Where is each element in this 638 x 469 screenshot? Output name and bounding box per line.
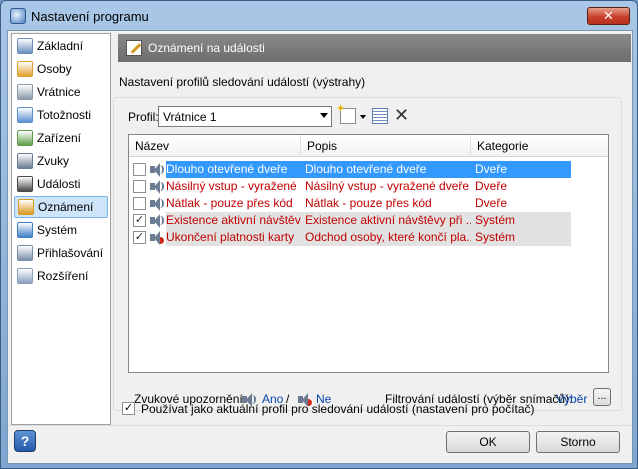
- profile-select-value: Vrátnice 1: [163, 109, 217, 124]
- speaker-icon[interactable]: [149, 196, 165, 211]
- row-category: Dveře: [471, 161, 571, 178]
- sidebar-item-10[interactable]: Přihlašování: [14, 242, 108, 264]
- row-description: Nátlak - pouze přes kód: [305, 196, 432, 210]
- row-description: Odchod osoby, které končí pla...: [301, 229, 471, 246]
- sidebar-item-label: Totožnosti: [37, 108, 92, 122]
- footer-divider: [8, 425, 632, 426]
- sidebar-item-1[interactable]: Základní: [14, 35, 108, 57]
- new-profile-dropdown-icon[interactable]: [360, 115, 366, 119]
- help-button[interactable]: ?: [14, 430, 36, 452]
- speaker-icon[interactable]: [149, 213, 165, 228]
- row-category: Systém: [471, 229, 571, 246]
- ok-button[interactable]: OK: [446, 431, 530, 453]
- notification-icon: [126, 40, 142, 56]
- events-table[interactable]: Název Popis Kategorie Dlouho otevřené dv…: [128, 134, 609, 373]
- row-category: Dveře: [475, 196, 508, 210]
- sidebar-item-7[interactable]: Události: [14, 173, 108, 195]
- sidebar-item-label: Osoby: [37, 62, 72, 76]
- sidebar-item-6[interactable]: Zvuky: [14, 150, 108, 172]
- sidebar-item-label: Přihlašování: [37, 246, 104, 260]
- close-button[interactable]: ✕: [587, 7, 630, 25]
- title-bar[interactable]: Nastavení programu ✕: [1, 1, 637, 31]
- table-row[interactable]: Dlouho otevřené dveře Dlouho otevřené dve…: [129, 161, 608, 178]
- sidebar-item-label: Základní: [37, 39, 84, 53]
- extensions-icon: [17, 268, 33, 284]
- row-category: Systém: [471, 212, 571, 229]
- profile-label: Profil:: [128, 110, 159, 124]
- speaker-muted-icon[interactable]: [149, 230, 165, 245]
- speaker-icon: [17, 153, 33, 169]
- new-profile-icon[interactable]: [336, 102, 356, 124]
- column-header-name[interactable]: Název: [129, 135, 301, 157]
- sidebar-item-3[interactable]: Vrátnice: [14, 81, 108, 103]
- row-checkbox[interactable]: [133, 163, 146, 176]
- section-title: Oznámení na události: [148, 41, 265, 55]
- column-header-category[interactable]: Kategorie: [471, 135, 608, 157]
- filter-browse-button[interactable]: ...: [593, 388, 611, 406]
- sidebar-item-label: Rozšíření: [37, 269, 89, 283]
- sidebar-item-9[interactable]: Systém: [14, 219, 108, 241]
- table-row[interactable]: ✓ Ukončení platnosti karty Odchod osoby, k…: [129, 229, 608, 246]
- use-current-profile-label: Používat jako aktuální profil pro sledov…: [141, 402, 535, 416]
- section-subtitle: Nastavení profilů sledování událostí (vý…: [119, 75, 366, 89]
- row-checkbox[interactable]: [133, 197, 146, 210]
- sidebar-item-label: Vrátnice: [37, 85, 81, 99]
- row-category: Dveře: [475, 179, 508, 193]
- login-icon: [17, 245, 33, 261]
- sidebar-item-2[interactable]: Osoby: [14, 58, 108, 80]
- row-name: Dlouho otevřené dveře: [166, 161, 301, 178]
- window-title: Nastavení programu: [31, 9, 149, 24]
- row-description: Násilný vstup - vyražené dveře: [305, 179, 470, 193]
- settings-icon: [17, 38, 33, 54]
- people-icon: [17, 61, 33, 77]
- profile-select[interactable]: Vrátnice 1: [158, 106, 332, 127]
- sidebar-item-label: Zařízení: [37, 131, 82, 145]
- speaker-icon[interactable]: [149, 179, 165, 194]
- row-description: Existence aktivní návštěvy při ...: [301, 212, 471, 229]
- sidebar-item-label: Systém: [37, 223, 78, 237]
- row-name: Existence aktivní návštěvy: [166, 212, 301, 229]
- row-description: Dlouho otevřené dveře: [301, 161, 471, 178]
- speaker-icon[interactable]: [149, 162, 165, 177]
- app-window: Nastavení programu ✕ Základní Osoby Vrátni…: [0, 0, 638, 469]
- table-header: Název Popis Kategorie: [129, 135, 608, 157]
- id-card-icon: [17, 107, 33, 123]
- sidebar-item-label: Zvuky: [37, 154, 70, 168]
- app-icon: [10, 8, 26, 24]
- profile-group: Profil: Vrátnice 1 ✕ Název Popis Kategor…: [113, 97, 622, 411]
- gatehouse-icon: [17, 84, 33, 100]
- profile-list-icon[interactable]: [372, 108, 388, 124]
- cancel-button[interactable]: Storno: [536, 431, 620, 453]
- device-icon: [17, 130, 33, 146]
- row-checkbox[interactable]: ✓: [133, 231, 146, 244]
- row-name: Nátlak - pouze přes kód: [166, 196, 293, 210]
- sidebar: Základní Osoby Vrátnice Totožnosti Zařízení Z…: [11, 33, 111, 425]
- system-icon: [17, 222, 33, 238]
- events-icon: [17, 176, 33, 192]
- sidebar-item-5[interactable]: Zařízení: [14, 127, 108, 149]
- table-row[interactable]: Nátlak - pouze přes kód Nátlak - pouze př…: [129, 195, 608, 212]
- row-name: Násilný vstup - vyražené ...: [166, 179, 301, 193]
- column-header-description[interactable]: Popis: [301, 135, 471, 157]
- sidebar-item-label: Oznámení: [38, 200, 94, 214]
- row-checkbox[interactable]: ✓: [133, 214, 146, 227]
- row-name: Ukončení platnosti karty: [166, 229, 301, 246]
- table-row[interactable]: ✓ Existence aktivní návštěvy Existence akt…: [129, 212, 608, 229]
- section-header: Oznámení na události: [118, 34, 631, 62]
- row-checkbox[interactable]: [133, 180, 146, 193]
- delete-profile-icon[interactable]: ✕: [394, 105, 410, 125]
- sidebar-item-4[interactable]: Totožnosti: [14, 104, 108, 126]
- sidebar-item-8[interactable]: Oznámení: [14, 196, 108, 218]
- table-row[interactable]: Násilný vstup - vyražené ... Násilný vstu…: [129, 178, 608, 195]
- sidebar-item-11[interactable]: Rozšíření: [14, 265, 108, 287]
- sidebar-item-label: Události: [37, 177, 81, 191]
- notification-icon: [18, 199, 34, 215]
- chevron-down-icon: [320, 113, 328, 118]
- use-current-profile-checkbox[interactable]: ✓: [122, 402, 135, 415]
- filter-select-link[interactable]: Výběr: [556, 392, 587, 406]
- client-area: Základní Osoby Vrátnice Totožnosti Zařízení Z…: [7, 30, 633, 464]
